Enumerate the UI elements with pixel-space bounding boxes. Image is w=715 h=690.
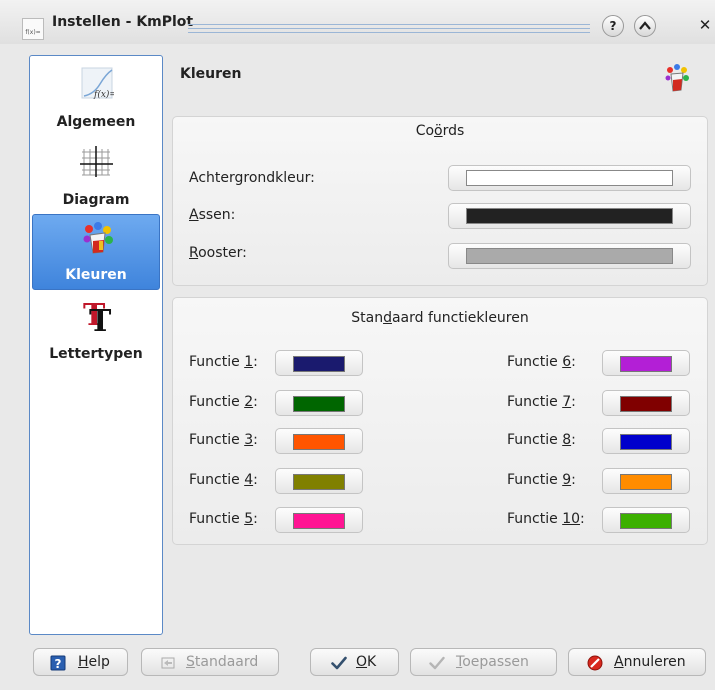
title-bar-decoration: [188, 24, 590, 33]
axes-color-button[interactable]: [448, 203, 691, 229]
background-color-button[interactable]: [448, 165, 691, 191]
color-swatch: [293, 396, 345, 412]
background-color-label: Achtergrondkleur:: [189, 170, 315, 186]
sidebar-item-label: Diagram: [62, 192, 130, 208]
sidebar-item-label: Algemeen: [56, 114, 136, 130]
function-8-label: Functie 8:: [507, 432, 576, 448]
grid-color-button[interactable]: [448, 243, 691, 269]
paint-bucket-icon: [83, 222, 113, 254]
svg-text:f(x)=: f(x)=: [93, 89, 114, 100]
color-swatch: [620, 396, 672, 412]
title-bar[interactable]: f(x)= Instellen - KmPlot ? ✕: [0, 0, 715, 44]
paint-bucket-icon: [665, 64, 689, 92]
function-9-color-button[interactable]: [602, 468, 690, 494]
function-5-color-button[interactable]: [275, 507, 363, 533]
function-6-label: Functie 6:: [507, 354, 576, 370]
apply-checkmark-icon: [429, 656, 445, 670]
function-9-label: Functie 9:: [507, 472, 576, 488]
page-list-sidebar: f(x)= Algemeen Diagram Kleuren T: [29, 55, 163, 635]
shade-button[interactable]: [634, 15, 656, 37]
color-swatch: [293, 474, 345, 490]
function-2-label: Functie 2:: [189, 394, 258, 410]
window-title: Instellen - KmPlot: [52, 14, 194, 30]
help-button[interactable]: ? Help: [33, 648, 128, 676]
standaard-button[interactable]: Standaard: [141, 648, 279, 676]
sidebar-item-lettertypen[interactable]: T T Lettertypen: [32, 292, 160, 368]
grid-color-label: Rooster:: [189, 245, 247, 261]
function-1-color-button[interactable]: [275, 350, 363, 376]
ok-button-label: OK: [356, 654, 377, 670]
sidebar-item-kleuren[interactable]: Kleuren: [32, 214, 160, 290]
toepassen-button[interactable]: Toepassen: [410, 648, 557, 676]
color-swatch: [620, 474, 672, 490]
color-swatch: [293, 513, 345, 529]
svg-text:?: ?: [55, 657, 62, 671]
svg-text:T: T: [89, 304, 112, 332]
help-book-icon: ?: [50, 655, 66, 671]
toepassen-button-label: Toepassen: [456, 654, 529, 670]
axes-color-label: Assen:: [189, 207, 236, 223]
function-3-label: Functie 3:: [189, 432, 258, 448]
group-title: Coörds: [415, 123, 465, 139]
annuleren-button[interactable]: Annuleren: [568, 648, 706, 676]
color-swatch: [620, 513, 672, 529]
function-8-color-button[interactable]: [602, 428, 690, 454]
function-2-color-button[interactable]: [275, 390, 363, 416]
help-button-label: Help: [78, 654, 110, 670]
standaard-button-label: Standaard: [186, 654, 259, 670]
function-4-label: Functie 4:: [189, 472, 258, 488]
grid-icon: [80, 146, 113, 177]
function-7-label: Functie 7:: [507, 394, 576, 410]
color-swatch: [293, 356, 345, 372]
kmplot-app-icon: f(x)=: [22, 18, 44, 40]
color-swatch: [466, 208, 673, 224]
page-title: Kleuren: [180, 66, 242, 82]
color-swatch: [466, 248, 673, 264]
function-5-label: Functie 5:: [189, 511, 258, 527]
font-icon: T T: [83, 298, 112, 332]
function-1-label: Functie 1:: [189, 354, 258, 370]
function-10-label: Functie 10:: [507, 511, 585, 527]
sidebar-item-label: Kleuren: [65, 267, 127, 283]
close-button[interactable]: ✕: [694, 15, 715, 37]
sidebar-item-diagram[interactable]: Diagram: [32, 138, 160, 214]
cancel-icon: [587, 655, 603, 671]
restore-icon: [161, 657, 175, 669]
function-3-color-button[interactable]: [275, 428, 363, 454]
checkmark-icon: [331, 656, 347, 670]
annuleren-button-label: Annuleren: [614, 654, 686, 670]
function-colors-group: Standaard functiekleuren Functie 1: Func…: [172, 297, 708, 545]
function-10-color-button[interactable]: [602, 507, 690, 533]
group-title: Standaard functiekleuren: [351, 310, 529, 326]
function-7-color-button[interactable]: [602, 390, 690, 416]
coords-colors-group: Coörds Achtergrondkleur: Assen: Rooster:: [172, 116, 708, 286]
ok-button[interactable]: OK: [310, 648, 399, 676]
chevron-up-icon: [639, 21, 651, 30]
color-swatch: [466, 170, 673, 186]
context-help-button[interactable]: ?: [602, 15, 624, 37]
function-6-color-button[interactable]: [602, 350, 690, 376]
color-swatch: [293, 434, 345, 450]
color-swatch: [620, 356, 672, 372]
sidebar-item-label: Lettertypen: [49, 346, 143, 362]
color-swatch: [620, 434, 672, 450]
function-4-color-button[interactable]: [275, 468, 363, 494]
sidebar-item-algemeen[interactable]: f(x)= Algemeen: [32, 60, 160, 136]
function-graph-icon: f(x)=: [81, 67, 114, 100]
